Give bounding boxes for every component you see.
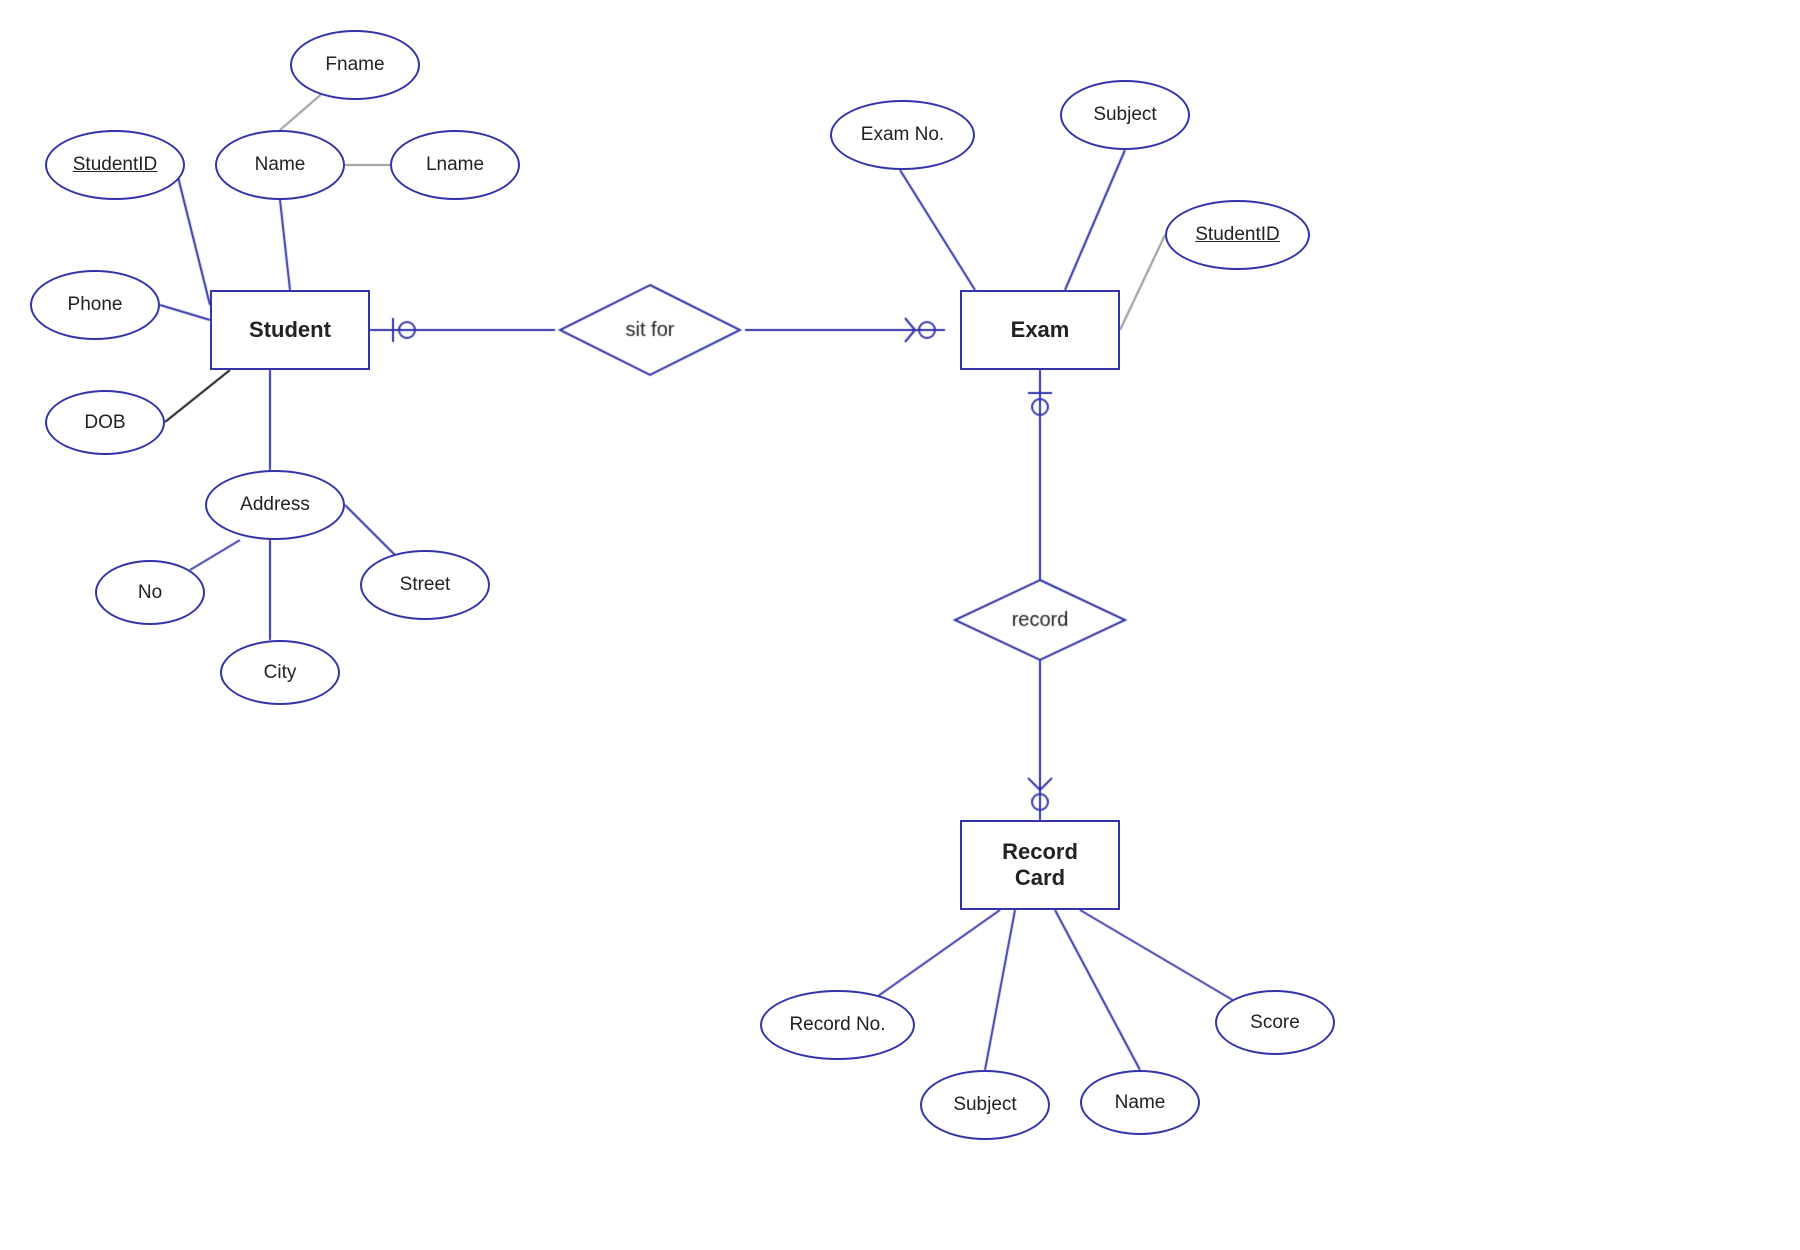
attr-exam-no: Exam No. (830, 100, 975, 170)
attr-score: Score (1215, 990, 1335, 1055)
er-diagram: Student Exam RecordCard Fname Name Lname… (0, 0, 1800, 1250)
attr-studentid-student: StudentID (45, 130, 185, 200)
attr-phone: Phone (30, 270, 160, 340)
attr-fname: Fname (290, 30, 420, 100)
attr-city: City (220, 640, 340, 705)
entity-exam: Exam (960, 290, 1120, 370)
attr-name: Name (215, 130, 345, 200)
attr-address: Address (205, 470, 345, 540)
entity-record-card: RecordCard (960, 820, 1120, 910)
attr-record-no: Record No. (760, 990, 915, 1060)
attr-street: Street (360, 550, 490, 620)
attr-subject-exam: Subject (1060, 80, 1190, 150)
attr-dob: DOB (45, 390, 165, 455)
attr-no: No (95, 560, 205, 625)
attr-studentid-exam: StudentID (1165, 200, 1310, 270)
entity-student: Student (210, 290, 370, 370)
attr-lname: Lname (390, 130, 520, 200)
attr-name-rc: Name (1080, 1070, 1200, 1135)
attr-subject-rc: Subject (920, 1070, 1050, 1140)
